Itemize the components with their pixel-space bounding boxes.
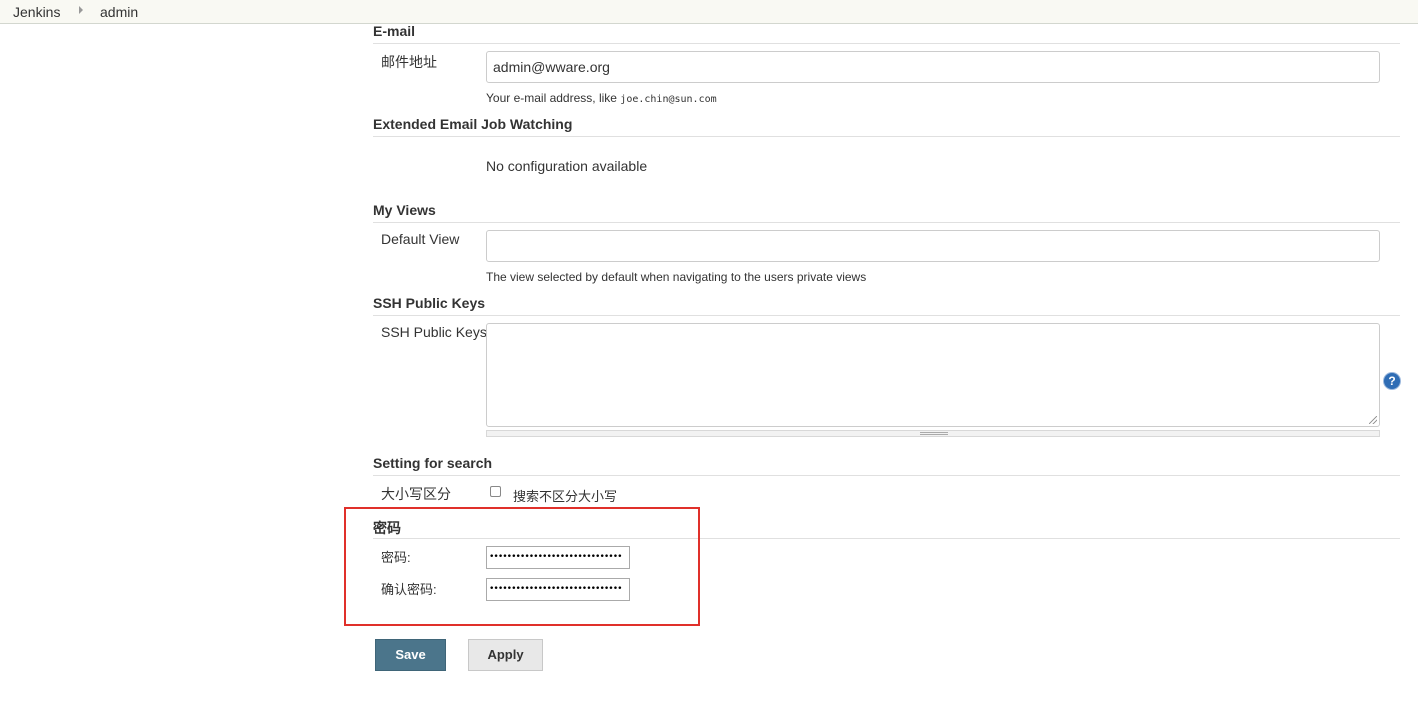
default-view-input[interactable]: [486, 230, 1380, 262]
search-divider: [373, 475, 1400, 476]
ssh-keys-label: SSH Public Keys: [381, 324, 487, 340]
help-icon[interactable]: ?: [1384, 373, 1400, 389]
breadcrumb-jenkins[interactable]: Jenkins: [13, 4, 60, 20]
highlight-annotation-box: [344, 507, 700, 626]
ssh-keys-textarea[interactable]: [486, 323, 1380, 427]
no-configuration-message: No configuration available: [486, 158, 648, 174]
case-sensitivity-label: 大小写区分: [381, 486, 451, 502]
textarea-drag-handle[interactable]: [486, 430, 1380, 437]
email-label: 邮件地址: [381, 54, 437, 70]
resize-grip-icon[interactable]: [1369, 416, 1377, 424]
save-button[interactable]: Save: [375, 639, 446, 671]
default-view-help-text: The view selected by default when naviga…: [486, 270, 867, 284]
extended-email-section-title: Extended Email Job Watching: [373, 116, 573, 132]
drag-grip-icon: [920, 432, 948, 435]
ssh-section-title: SSH Public Keys: [373, 295, 486, 311]
email-field[interactable]: admin@wware.org: [486, 51, 1380, 83]
email-help-prefix: Your e-mail address, like: [486, 91, 621, 105]
default-view-label: Default View: [381, 231, 460, 247]
email-divider: [373, 43, 1400, 44]
my-views-divider: [373, 222, 1400, 223]
email-help-example: joe.chin@sun.com: [620, 94, 717, 105]
breadcrumb-admin[interactable]: admin: [100, 4, 138, 20]
email-section-title: E-mail: [373, 23, 416, 39]
ssh-divider: [373, 315, 1400, 316]
breadcrumb: Jenkins admin: [0, 0, 1418, 24]
case-insensitive-checkbox[interactable]: [490, 486, 501, 497]
email-help-text: Your e-mail address, like joe.chin@sun.c…: [486, 91, 717, 105]
breadcrumb-separator-icon: [79, 6, 83, 14]
search-section-title: Setting for search: [373, 455, 493, 471]
extended-email-divider: [373, 136, 1400, 137]
my-views-section-title: My Views: [373, 202, 436, 218]
apply-button[interactable]: Apply: [468, 639, 543, 671]
case-insensitive-checkbox-label[interactable]: 搜索不区分大小写: [513, 486, 617, 505]
